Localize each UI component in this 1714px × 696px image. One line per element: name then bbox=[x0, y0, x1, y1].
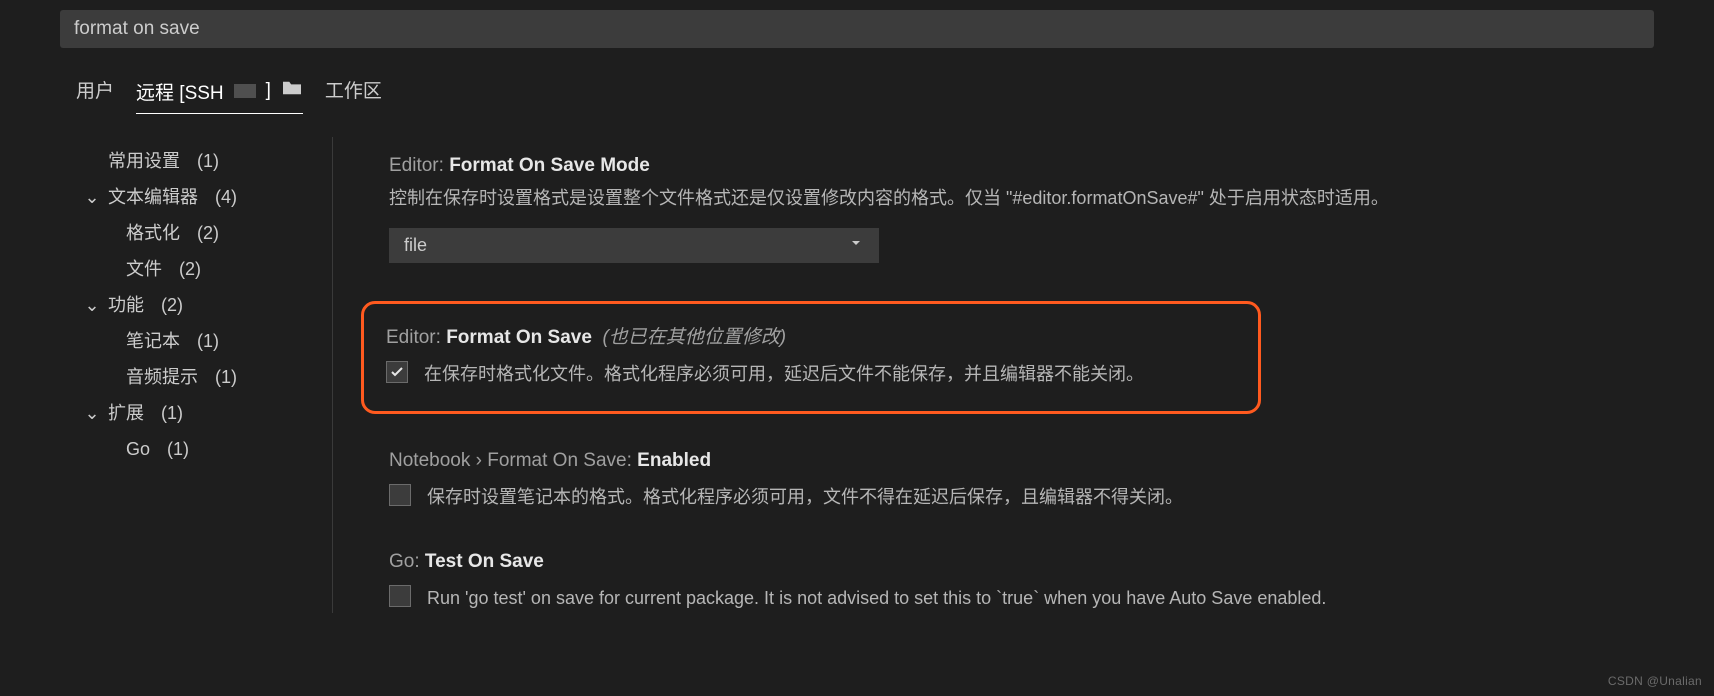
setting-description: 在保存时格式化文件。格式化程序必须可用，延迟后文件不能保存，并且编辑器不能关闭。 bbox=[424, 359, 1144, 390]
folder-icon bbox=[281, 79, 303, 103]
toc-formatting[interactable]: 格式化 (2) bbox=[70, 215, 332, 251]
toc-go[interactable]: Go (1) bbox=[70, 431, 332, 467]
setting-description: 控制在保存时设置格式是设置整个文件格式还是仅设置修改内容的格式。仅当 "#edi… bbox=[389, 183, 1654, 214]
setting-title: Editor: Format On Save (也已在其他位置修改) bbox=[386, 322, 1236, 349]
notebook-format-on-save-checkbox[interactable] bbox=[389, 484, 411, 506]
setting-title: Notebook › Format On Save: Enabled bbox=[389, 450, 1654, 472]
toc-audio[interactable]: 音频提示 (1) bbox=[70, 359, 332, 395]
settings-scope-tabs: 用户 远程 [SSH ] 工作区 bbox=[0, 48, 1714, 115]
tab-workspace[interactable]: 工作区 bbox=[325, 76, 382, 115]
setting-format-on-save-mode: Editor: Format On Save Mode 控制在保存时设置格式是设… bbox=[389, 155, 1654, 263]
watermark-text: CSDN @Unalian bbox=[1608, 674, 1702, 688]
chevron-down-icon: ⌄ bbox=[82, 287, 102, 323]
setting-description: 保存时设置笔记本的格式。格式化程序必须可用，文件不得在延迟后保存，且编辑器不得关… bbox=[427, 482, 1183, 513]
setting-title: Editor: Format On Save Mode bbox=[389, 155, 1654, 177]
chevron-down-icon: ⌄ bbox=[82, 395, 102, 431]
redacted-host-icon bbox=[234, 84, 256, 98]
setting-notebook-format-on-save: Notebook › Format On Save: Enabled 保存时设置… bbox=[389, 450, 1654, 513]
check-icon bbox=[389, 364, 405, 380]
setting-title: Go: Test On Save bbox=[389, 551, 1654, 573]
settings-toc: 常用设置 (1) ⌄ 文本编辑器 (4) 格式化 (2) 文件 (2) ⌄ 功能… bbox=[70, 137, 332, 613]
toc-text-editor[interactable]: ⌄ 文本编辑器 (4) bbox=[70, 179, 332, 215]
setting-format-on-save-highlight: Editor: Format On Save (也已在其他位置修改) 在保存时格… bbox=[361, 301, 1261, 415]
format-on-save-mode-select[interactable]: file bbox=[389, 228, 879, 263]
tab-user[interactable]: 用户 bbox=[76, 76, 114, 115]
tab-remote-label: 远程 [SSH bbox=[136, 78, 224, 105]
remote-host-text: ] bbox=[266, 80, 271, 102]
toc-files[interactable]: 文件 (2) bbox=[70, 251, 332, 287]
toc-extensions[interactable]: ⌄ 扩展 (1) bbox=[70, 395, 332, 431]
toc-common[interactable]: 常用设置 (1) bbox=[70, 143, 332, 179]
toc-notebook[interactable]: 笔记本 (1) bbox=[70, 323, 332, 359]
go-test-on-save-checkbox[interactable] bbox=[389, 585, 411, 607]
toc-features[interactable]: ⌄ 功能 (2) bbox=[70, 287, 332, 323]
modified-elsewhere-hint: (也已在其他位置修改) bbox=[602, 327, 786, 348]
settings-search-input[interactable] bbox=[60, 10, 1654, 48]
select-value: file bbox=[404, 235, 427, 256]
settings-main: Editor: Format On Save Mode 控制在保存时设置格式是设… bbox=[332, 137, 1714, 613]
setting-go-test-on-save: Go: Test On Save Run 'go test' on save f… bbox=[389, 551, 1654, 614]
tab-remote-ssh[interactable]: 远程 [SSH ] bbox=[136, 78, 303, 114]
chevron-down-icon bbox=[848, 235, 864, 256]
setting-description: Run 'go test' on save for current packag… bbox=[427, 583, 1326, 614]
chevron-down-icon: ⌄ bbox=[82, 179, 102, 215]
format-on-save-checkbox[interactable] bbox=[386, 361, 408, 383]
